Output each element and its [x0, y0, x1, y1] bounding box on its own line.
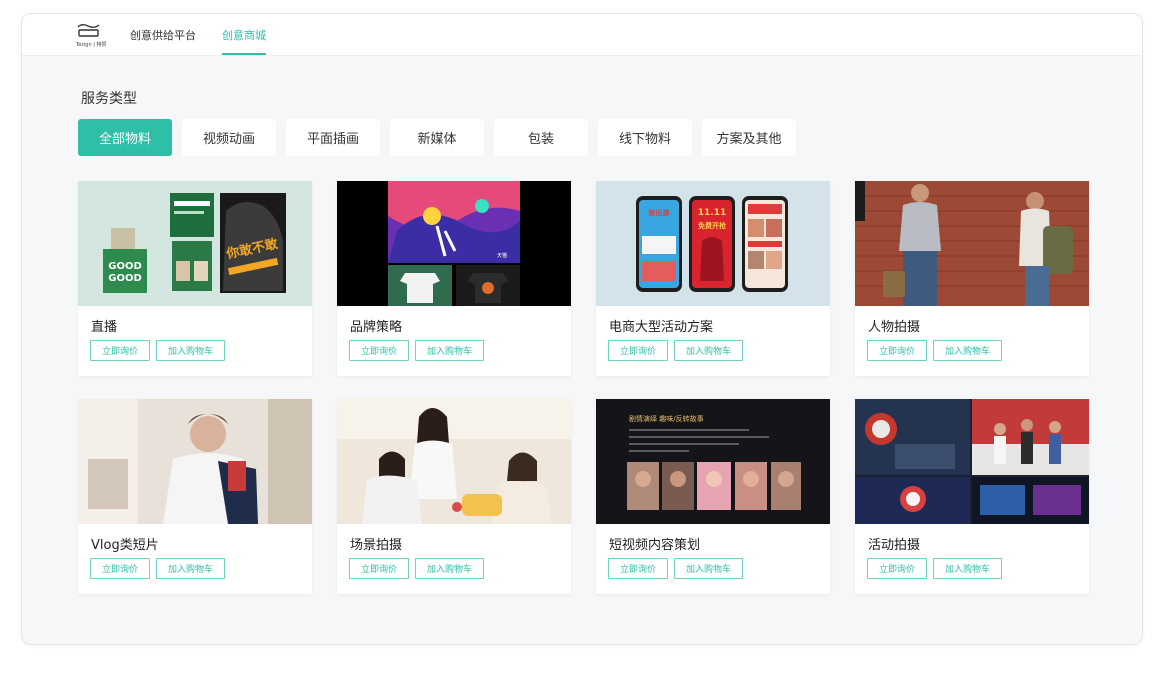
filter-video-animation[interactable]: 视频动画: [182, 119, 276, 156]
service-card-brand-strategy[interactable]: 天猫 品牌策略 立即询价 加入购物车: [337, 181, 571, 376]
filter-packaging[interactable]: 包装: [494, 119, 588, 156]
inquire-now-button[interactable]: 立即询价: [90, 558, 150, 579]
card-image-short-video-planning: 剧情演绎 趣味/反转故事: [596, 399, 830, 524]
add-to-cart-button[interactable]: 加入购物车: [156, 340, 225, 361]
card-title: 品牌策略: [350, 320, 403, 335]
filter-new-media[interactable]: 新媒体: [390, 119, 484, 156]
phone1-headline: 秋出游: [649, 208, 670, 217]
add-to-cart-button[interactable]: 加入购物车: [674, 558, 743, 579]
service-card-scene-shoot[interactable]: 场景拍摄 立即询价 加入购物车: [337, 399, 571, 594]
inquire-now-button[interactable]: 立即询价: [867, 558, 927, 579]
good-text: GOOD: [108, 261, 142, 272]
add-to-cart-button[interactable]: 加入购物车: [415, 558, 484, 579]
card-title: Vlog类短片: [91, 538, 159, 553]
card-image-portrait-shoot: [855, 181, 1089, 306]
app-window: Tezign | 特赞 创意供给平台 创意商城 服务类型 全部物料 视频动画 平…: [21, 13, 1143, 645]
inquire-now-button[interactable]: 立即询价: [349, 340, 409, 361]
service-card-live-stream[interactable]: GOOD GOOD 你敢不敢 直播 立即询价 加入购物车: [78, 181, 312, 376]
logo-caption: Tezign | 特赞: [76, 42, 107, 48]
filter-plans-and-others[interactable]: 方案及其他: [702, 119, 796, 156]
service-card-ecommerce-campaign[interactable]: 秋出游 11.11 免费开抢 电商大型活动方案 立即询价 加入购物车: [596, 181, 830, 376]
add-to-cart-button[interactable]: 加入购物车: [933, 558, 1002, 579]
filter-graphic-illustration[interactable]: 平面插画: [286, 119, 380, 156]
svg-text:天猫: 天猫: [497, 252, 507, 259]
card-image-vlog-shorts: [78, 399, 312, 524]
phone2-headline: 11.11: [698, 208, 726, 218]
card-title: 电商大型活动方案: [609, 320, 714, 335]
good-text-second: GOOD: [108, 273, 142, 284]
top-navigation-bar: Tezign | 特赞 创意供给平台 创意商城: [22, 14, 1142, 56]
card-image-scene-shoot: [337, 399, 571, 524]
inquire-now-button[interactable]: 立即询价: [349, 558, 409, 579]
phone2-subheadline: 免费开抢: [698, 221, 727, 230]
card-title: 活动拍摄: [868, 538, 921, 553]
add-to-cart-button[interactable]: 加入购物车: [933, 340, 1002, 361]
inquire-now-button[interactable]: 立即询价: [90, 340, 150, 361]
service-card-portrait-shoot[interactable]: 人物拍摄 立即询价 加入购物车: [855, 181, 1089, 376]
nav-item-supply-platform[interactable]: 创意供给平台: [130, 27, 196, 43]
filter-offline-materials[interactable]: 线下物料: [598, 119, 692, 156]
service-card-short-video-planning[interactable]: 剧情演绎 趣味/反转故事 短视频内容策划 立即询价 加入购物车: [596, 399, 830, 594]
card-image-brand-strategy: 天猫: [337, 181, 571, 306]
service-type-heading: 服务类型: [81, 91, 137, 107]
inquire-now-button[interactable]: 立即询价: [867, 340, 927, 361]
card-image-ecommerce-campaign: 秋出游 11.11 免费开抢: [596, 181, 830, 306]
card-image-event-shoot: [855, 399, 1089, 524]
card-image-live-stream: GOOD GOOD 你敢不敢: [78, 181, 312, 306]
add-to-cart-button[interactable]: 加入购物车: [674, 340, 743, 361]
nav-item-creative-mall[interactable]: 创意商城: [222, 27, 266, 43]
active-nav-indicator: [222, 53, 266, 55]
service-card-vlog-shorts[interactable]: Vlog类短片 立即询价 加入购物车: [78, 399, 312, 594]
add-to-cart-button[interactable]: 加入购物车: [415, 340, 484, 361]
filter-all-materials[interactable]: 全部物料: [78, 119, 172, 156]
card-title: 短视频内容策划: [609, 538, 701, 553]
card-title: 人物拍摄: [868, 320, 921, 335]
service-card-event-shoot[interactable]: 活动拍摄 立即询价 加入购物车: [855, 399, 1089, 594]
add-to-cart-button[interactable]: 加入购物车: [156, 558, 225, 579]
card-title: 场景拍摄: [350, 538, 403, 553]
card-title: 直播: [91, 320, 118, 335]
inquire-now-button[interactable]: 立即询价: [608, 340, 668, 361]
inquire-now-button[interactable]: 立即询价: [608, 558, 668, 579]
script-heading: 剧情演绎 趣味/反转故事: [629, 414, 704, 423]
